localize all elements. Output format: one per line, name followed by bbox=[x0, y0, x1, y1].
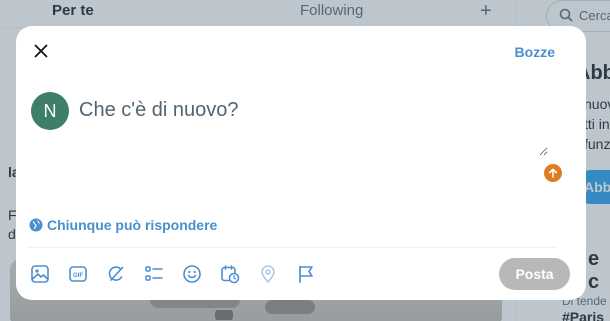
image-icon bbox=[31, 265, 49, 283]
close-button[interactable] bbox=[28, 38, 54, 64]
flag-icon bbox=[299, 265, 313, 283]
avatar[interactable]: N bbox=[31, 92, 69, 130]
svg-text:GIF: GIF bbox=[73, 273, 83, 279]
arrow-up-icon bbox=[548, 168, 557, 178]
gif-icon: GIF bbox=[69, 266, 87, 282]
poll-icon bbox=[145, 266, 163, 281]
emoji-icon bbox=[183, 265, 201, 283]
add-poll-button[interactable] bbox=[144, 262, 182, 286]
close-icon bbox=[34, 44, 48, 58]
reply-setting-label: Chiunque può rispondere bbox=[47, 217, 218, 233]
schedule-icon bbox=[221, 265, 240, 284]
location-icon bbox=[261, 265, 275, 283]
compose-dialog: Bozze N Che c'è di nuovo? Chiunque può r… bbox=[16, 26, 586, 300]
schedule-button[interactable] bbox=[220, 262, 258, 286]
upload-indicator[interactable] bbox=[544, 164, 562, 182]
post-button[interactable]: Posta bbox=[499, 258, 570, 290]
grok-button[interactable] bbox=[106, 262, 144, 286]
tag-location-button[interactable] bbox=[296, 262, 334, 286]
reply-setting-button[interactable]: Chiunque può rispondere bbox=[29, 215, 217, 235]
globe-icon bbox=[29, 218, 43, 232]
drafts-button[interactable]: Bozze bbox=[515, 44, 555, 60]
divider bbox=[28, 247, 556, 248]
avatar-initial: N bbox=[43, 100, 57, 121]
add-gif-button[interactable]: GIF bbox=[68, 262, 106, 286]
compose-input[interactable] bbox=[78, 96, 548, 156]
add-media-button[interactable] bbox=[30, 262, 68, 286]
compose-toolbar: GIF bbox=[30, 262, 334, 286]
add-location-button[interactable] bbox=[258, 262, 296, 286]
grok-icon bbox=[108, 266, 124, 281]
add-emoji-button[interactable] bbox=[182, 262, 220, 286]
